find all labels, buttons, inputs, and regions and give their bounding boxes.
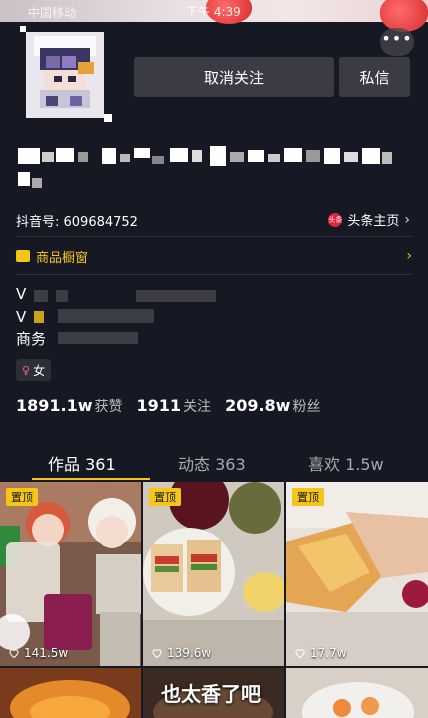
video-thumbnail[interactable] bbox=[0, 668, 141, 718]
gender-tag: ♀ 女 bbox=[16, 359, 52, 381]
stat-number: 1911 bbox=[136, 396, 182, 415]
stat-number: 1891.1w bbox=[16, 396, 93, 415]
toutiao-homepage-link[interactable]: 头条 头条主页 › bbox=[328, 210, 410, 229]
heart-icon bbox=[9, 649, 19, 659]
content-tabs: 作品 361 动态 363 喜欢 1.5w bbox=[0, 440, 428, 482]
avatar-image bbox=[16, 26, 114, 124]
avatar[interactable] bbox=[16, 26, 114, 124]
video-thumbnail[interactable]: 置顶 139.6w bbox=[143, 482, 284, 666]
bio-line-3-prefix: 商务 bbox=[16, 330, 47, 348]
chevron-right-icon: › bbox=[404, 211, 410, 228]
more-options-button[interactable]: ••• bbox=[380, 28, 414, 56]
tab-indicator bbox=[32, 478, 150, 480]
strawberry-decoration bbox=[380, 0, 428, 32]
stat-label: 获赞 bbox=[94, 399, 123, 415]
unfollow-button[interactable]: 取消关注 bbox=[134, 57, 334, 97]
status-bar: 中国移动 下午 4:39 bbox=[0, 0, 428, 32]
product-showcase-link[interactable]: 商品橱窗 › bbox=[16, 244, 412, 268]
like-count-value: 139.6w bbox=[167, 646, 212, 660]
nickname-obscured bbox=[18, 146, 392, 188]
stat-label: 关注 bbox=[183, 399, 212, 415]
bio-line-2: V bbox=[16, 308, 26, 326]
stat-followers[interactable]: 209.8w 粉丝 bbox=[225, 396, 320, 416]
carrier-label: 中国移动 bbox=[28, 6, 77, 20]
bio-obscured bbox=[34, 311, 44, 323]
shop-icon bbox=[16, 250, 30, 262]
profile-stats: 1891.1w 获赞 1911 关注 209.8w 粉丝 bbox=[16, 396, 320, 416]
bio-line-2-prefix: V bbox=[16, 308, 27, 326]
thumbnail-image bbox=[0, 668, 141, 718]
like-count: 139.6w bbox=[151, 646, 211, 660]
message-button[interactable]: 私信 bbox=[339, 57, 410, 97]
heart-icon bbox=[295, 649, 305, 659]
pinned-badge: 置顶 bbox=[292, 488, 324, 506]
bio-line-1-prefix: V bbox=[16, 285, 27, 303]
divider bbox=[16, 236, 412, 237]
bio-obscured bbox=[58, 332, 138, 344]
status-time: 下午 4:39 bbox=[186, 5, 241, 19]
toutiao-badge-icon: 头条 bbox=[328, 212, 343, 227]
bio-obscured bbox=[56, 290, 68, 302]
bio-obscured bbox=[58, 309, 154, 323]
video-thumbnail[interactable] bbox=[286, 668, 428, 718]
bio-obscured bbox=[136, 290, 216, 302]
divider bbox=[16, 274, 412, 275]
stat-likes: 1891.1w 获赞 bbox=[16, 396, 123, 416]
like-count: 141.5w bbox=[8, 646, 68, 660]
video-thumbnail[interactable]: 置顶 17.7w bbox=[286, 482, 428, 666]
ellipsis-icon: ••• bbox=[381, 29, 413, 48]
stat-label: 粉丝 bbox=[292, 399, 321, 415]
bio-line-3: 商务 bbox=[16, 328, 46, 349]
stat-following[interactable]: 1911 关注 bbox=[137, 396, 212, 416]
video-caption-overlay: 也太香了吧 bbox=[161, 682, 261, 706]
like-count-value: 141.5w bbox=[24, 646, 69, 660]
thumbnail-image bbox=[286, 482, 428, 666]
shop-label: 商品橱窗 bbox=[36, 250, 89, 266]
thumbnail-image bbox=[143, 482, 284, 666]
pinned-badge: 置顶 bbox=[6, 488, 38, 506]
female-icon: ♀ bbox=[22, 363, 31, 377]
bio-line-1: V bbox=[16, 285, 26, 303]
chevron-right-icon: › bbox=[406, 248, 412, 264]
pinned-badge: 置顶 bbox=[149, 488, 181, 506]
tab-dynamics[interactable]: 动态 363 bbox=[178, 451, 246, 475]
thumbnail-image bbox=[0, 482, 141, 666]
bio-obscured bbox=[34, 290, 48, 302]
video-thumbnail[interactable]: 置顶 141.5w bbox=[0, 482, 141, 666]
heart-icon bbox=[152, 649, 162, 659]
gender-label: 女 bbox=[33, 363, 46, 378]
tab-likes[interactable]: 喜欢 1.5w bbox=[308, 451, 384, 475]
douyin-id: 抖音号: 609684752 bbox=[16, 215, 138, 230]
toutiao-label: 头条主页 bbox=[347, 214, 400, 229]
video-grid: 置顶 141.5w 置顶 139.6w 置顶 17.7w 也太香了吧 bbox=[0, 482, 428, 718]
stat-number: 209.8w bbox=[225, 396, 291, 415]
like-count-value: 17.7w bbox=[310, 646, 347, 660]
video-thumbnail[interactable]: 也太香了吧 bbox=[143, 668, 284, 718]
tab-works[interactable]: 作品 361 bbox=[48, 451, 116, 475]
thumbnail-image bbox=[286, 668, 428, 718]
like-count: 17.7w bbox=[294, 646, 347, 660]
